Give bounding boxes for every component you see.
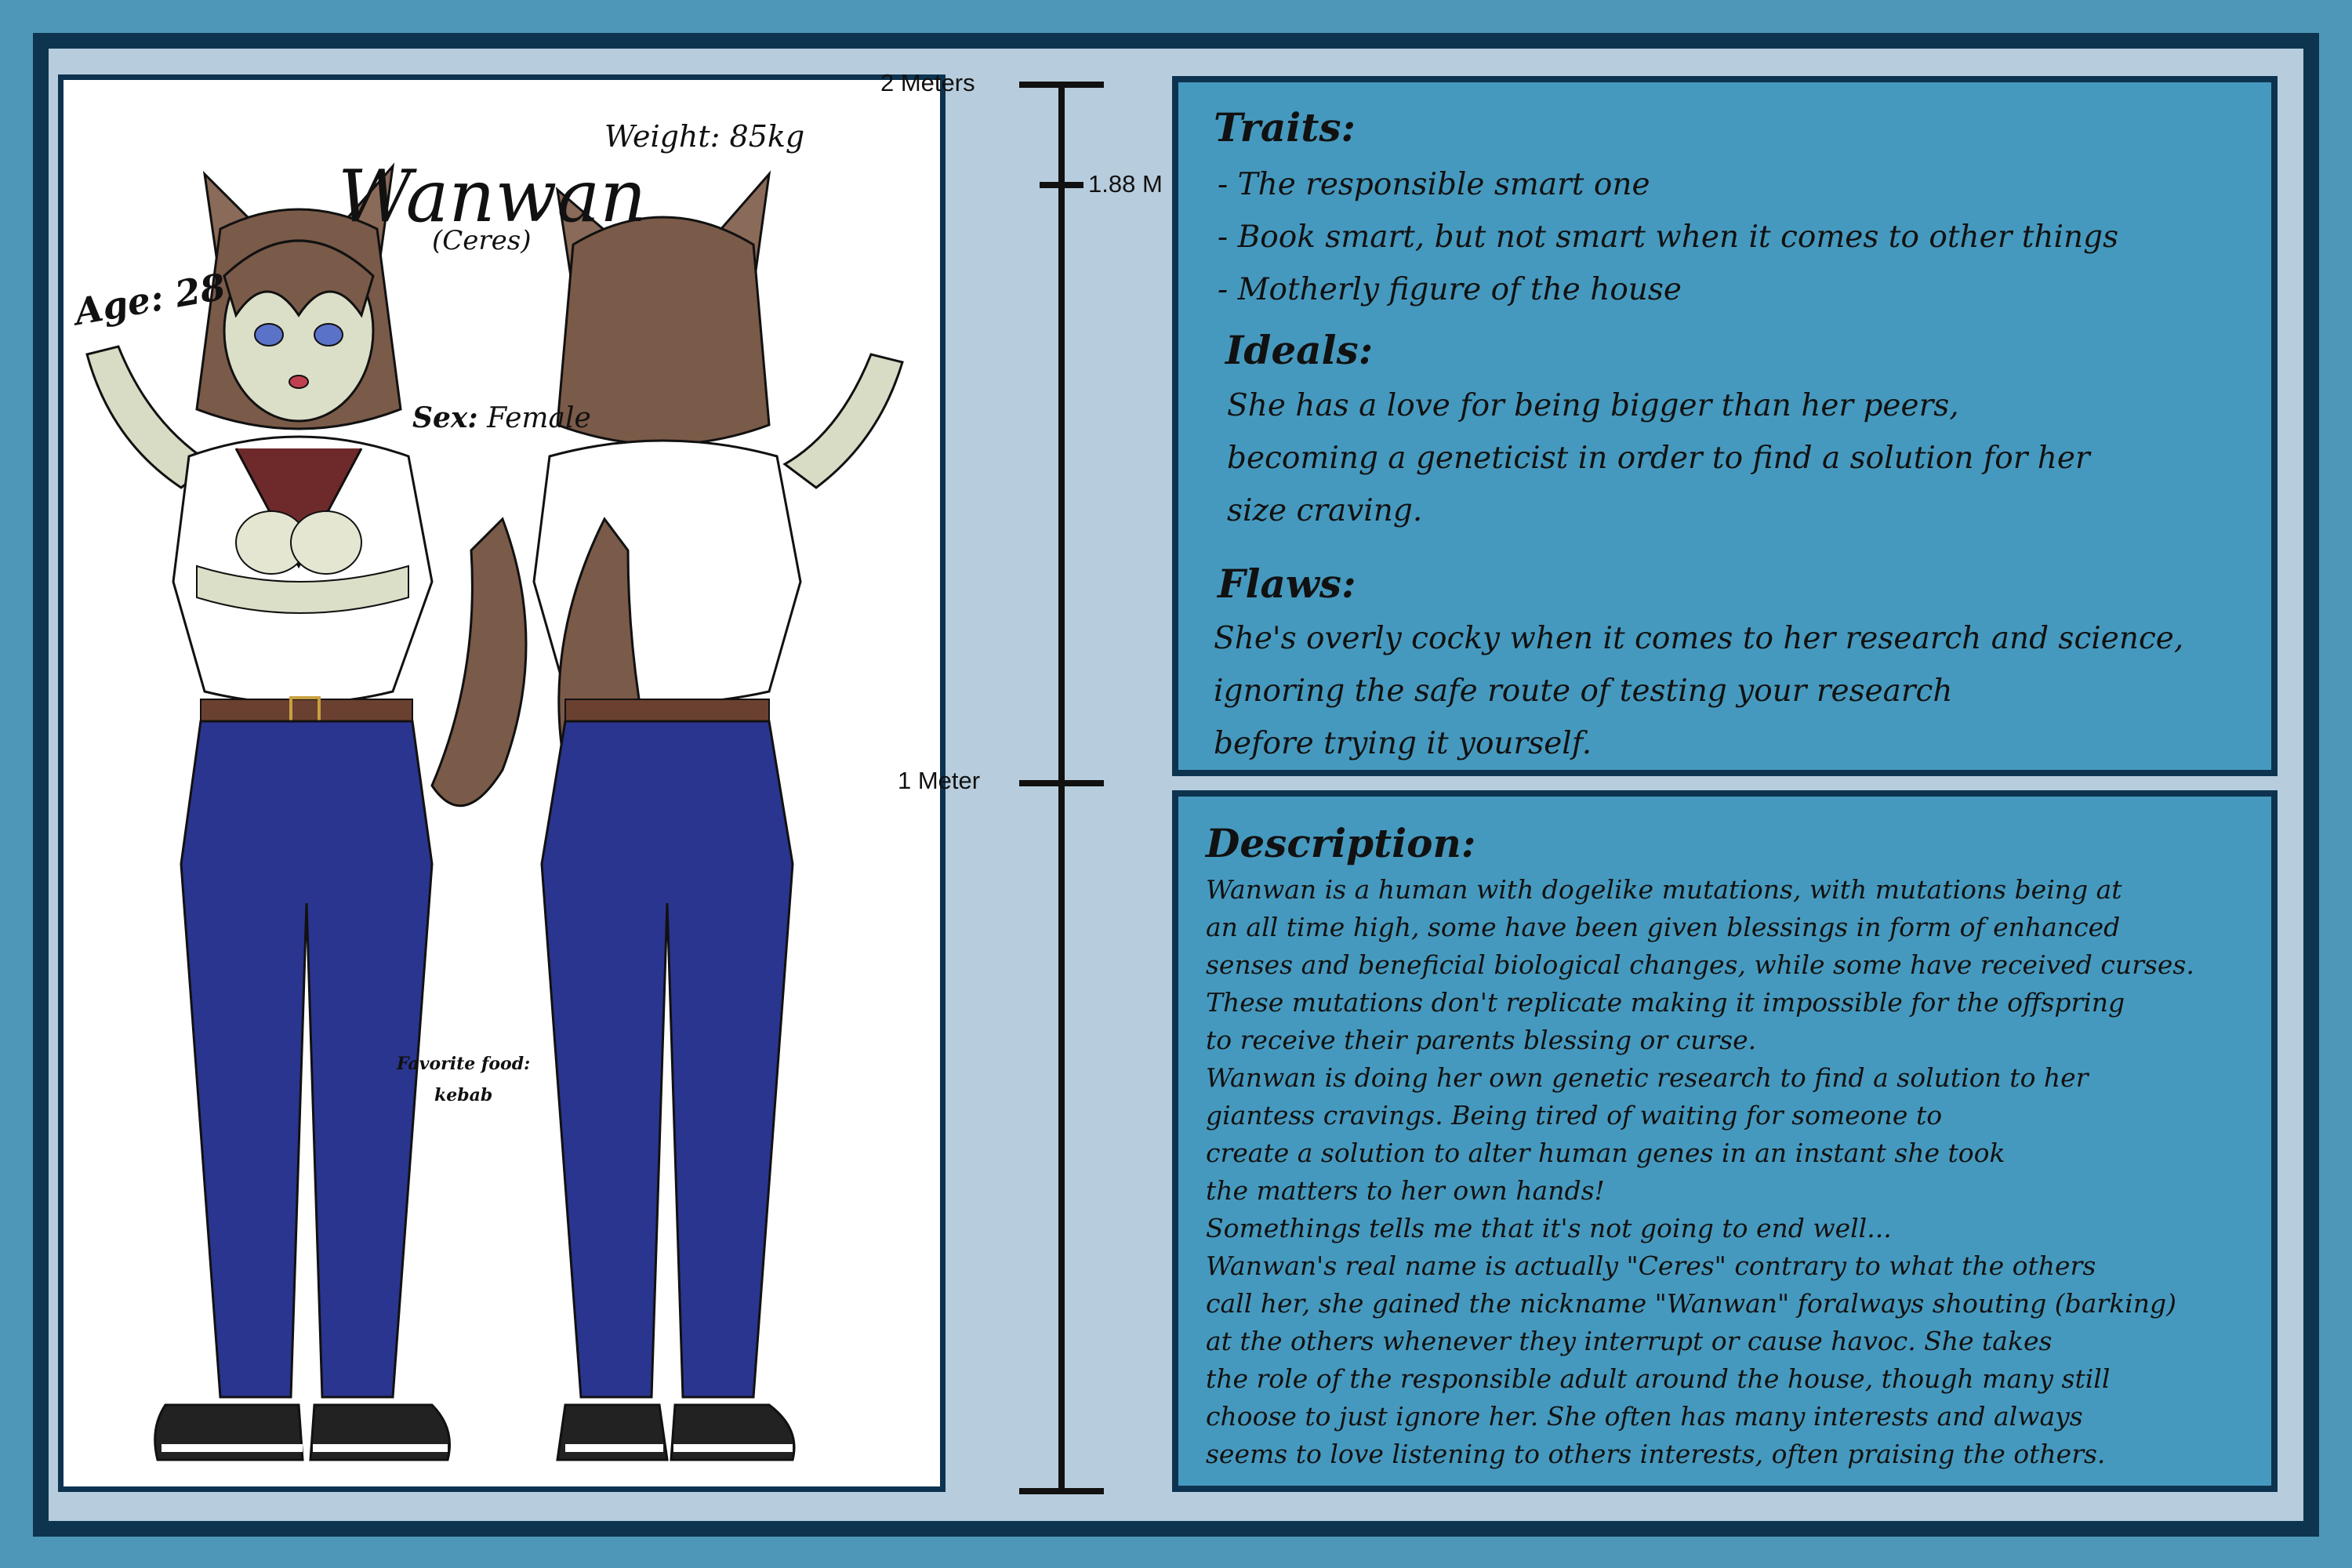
trait-item: - The responsible smart one (1218, 167, 1650, 202)
description-line: These mutations don't replicate making i… (1206, 987, 2125, 1018)
traits-ideals-flaws-panel: Traits: - The responsible smart one - Bo… (1172, 76, 2278, 776)
back-view-figure (532, 170, 904, 1461)
description-line: choose to just ignore her. She often has… (1206, 1401, 2083, 1432)
character-sex: Sex: Female (412, 401, 591, 434)
flaws-line: before trying it yourself. (1214, 726, 1592, 761)
character-alias: (Ceres) (432, 225, 532, 256)
sex-value: Female (487, 402, 591, 434)
scale-tick-top (1019, 82, 1104, 88)
scale-tick-low (1019, 780, 1104, 786)
description-line: Wanwan's real name is actually "Ceres" c… (1206, 1250, 2096, 1281)
scale-tick-mid (1040, 182, 1083, 188)
description-line: the matters to her own hands! (1206, 1175, 1605, 1206)
front-view-figure (85, 162, 528, 1461)
description-line: Wanwan is doing her own genetic research… (1206, 1062, 2089, 1093)
character-art-panel: Wanwan (Ceres) Weight: 85kg Age: 28 Sex:… (58, 74, 946, 1492)
trait-item: - Book smart, but not smart when it come… (1218, 220, 2119, 255)
description-line: giantess cravings. Being tired of waitin… (1206, 1100, 1943, 1131)
ideals-line: size craving. (1227, 493, 1423, 528)
ideals-title: Ideals: (1225, 327, 1374, 373)
height-scale: 2 Meters 1.88 M 1 Meter (878, 63, 1192, 1505)
ideals-line: becoming a geneticist in order to find a… (1227, 441, 2090, 476)
trait-item: - Motherly figure of the house (1218, 272, 1682, 307)
description-title: Description: (1206, 820, 1476, 866)
description-line: Wanwan is a human with dogelike mutation… (1206, 874, 2122, 905)
sex-label: Sex: (412, 401, 478, 434)
description-line: the role of the responsible adult around… (1206, 1363, 2111, 1394)
description-line: create a solution to alter human genes i… (1206, 1138, 2005, 1168)
description-line: seems to love listening to others intere… (1206, 1439, 2106, 1469)
description-line: at the others whenever they interrupt or… (1206, 1326, 2053, 1356)
character-weight: Weight: 85kg (604, 119, 805, 154)
flaws-line: ignoring the safe route of testing your … (1214, 673, 1953, 709)
description-line: Somethings tells me that it's not going … (1206, 1213, 1892, 1243)
traits-title: Traits: (1214, 104, 1356, 151)
scale-label-1m: 1 Meter (898, 767, 981, 794)
description-panel: Description: Wanwan is a human with doge… (1172, 790, 2278, 1492)
description-line: to receive their parents blessing or cur… (1206, 1025, 1757, 1055)
favorite-food-value: kebab (434, 1085, 493, 1105)
flaws-line: She's overly cocky when it comes to her … (1214, 621, 2184, 656)
favorite-food: Favorite food: kebab (397, 1048, 530, 1111)
description-line: an all time high, some have been given b… (1206, 912, 2121, 942)
description-line: call her, she gained the nickname "Wanwa… (1206, 1288, 2176, 1319)
favorite-food-label: Favorite food: (397, 1054, 531, 1074)
ideals-line: She has a love for being bigger than her… (1227, 388, 1959, 423)
description-line: senses and beneficial biological changes… (1206, 949, 2194, 980)
scale-tick-bottom (1019, 1488, 1104, 1494)
description-body: Wanwan is a human with dogelike mutation… (1206, 871, 2256, 1473)
scale-label-2m: 2 Meters (880, 69, 975, 96)
scale-vertical-line (1058, 85, 1065, 1492)
flaws-title: Flaws: (1218, 561, 1356, 607)
scale-label-188m: 1.88 M (1088, 170, 1163, 198)
